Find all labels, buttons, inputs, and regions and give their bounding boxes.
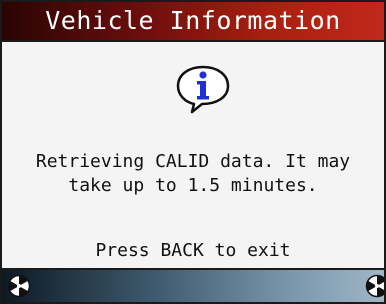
- info-icon: [176, 65, 230, 114]
- left-soft-key-icon[interactable]: [7, 274, 31, 298]
- page-title: Vehicle Information: [45, 6, 341, 35]
- status-message: Retrieving CALID data. It may take up to…: [35, 151, 351, 196]
- title-bar: Vehicle Information: [2, 2, 384, 42]
- right-soft-key-icon[interactable]: [365, 274, 386, 298]
- exit-hint: Press BACK to exit: [95, 240, 291, 261]
- soft-key-bar: [2, 268, 384, 302]
- device-screen: Vehicle Information Retrieving CALID dat…: [0, 0, 386, 304]
